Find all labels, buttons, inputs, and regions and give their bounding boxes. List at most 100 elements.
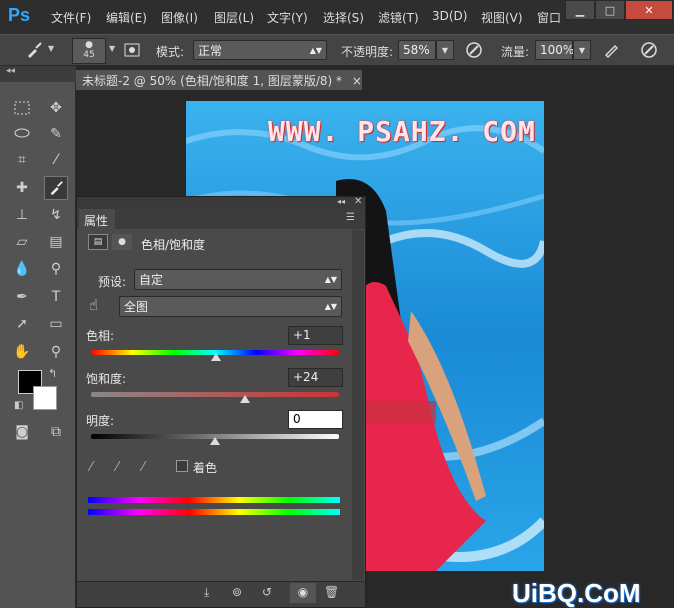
- shape-tool-icon[interactable]: ▭: [44, 312, 68, 336]
- mode-chevron-icon: ▲▼: [309, 45, 322, 55]
- menu-3d[interactable]: 3D(D): [432, 9, 467, 23]
- saturation-slider-track[interactable]: [91, 392, 339, 397]
- lasso-tool-icon[interactable]: [10, 122, 34, 146]
- swap-colors-icon[interactable]: ↰: [48, 367, 57, 380]
- opacity-label: 不透明度:: [341, 45, 394, 59]
- window-controls: ▁ □ ✕: [565, 0, 673, 20]
- tool-preset-chevron-icon[interactable]: ▼: [48, 44, 54, 53]
- properties-panel: [76, 196, 366, 608]
- default-colors-icon[interactable]: ◧: [14, 400, 23, 411]
- layer-mask-icon[interactable]: ●: [112, 234, 132, 250]
- background-color-swatch[interactable]: [33, 386, 57, 410]
- mode-select[interactable]: 正常 ▲▼: [193, 40, 327, 60]
- menu-file[interactable]: 文件(F): [51, 9, 91, 26]
- adjustment-layer-icon[interactable]: ▤: [88, 234, 108, 250]
- brush-panel-icon[interactable]: [120, 38, 144, 62]
- close-button[interactable]: ✕: [625, 0, 673, 20]
- preset-value: 自定: [139, 273, 164, 287]
- output-color-bar: [88, 509, 340, 515]
- view-previous-icon[interactable]: ⊚: [232, 585, 242, 599]
- brush-size-value: 45: [83, 50, 95, 60]
- menu-filter[interactable]: 滤镜(T): [378, 9, 419, 26]
- flow-dropdown-button[interactable]: ▼: [573, 40, 591, 60]
- document-tab[interactable]: 未标题-2 @ 50% (色相/饱和度 1, 图层蒙版/8) * ×: [76, 70, 362, 90]
- pen-tool-icon[interactable]: ✒: [10, 285, 34, 309]
- saturation-label: 饱和度:: [86, 372, 127, 386]
- eyedropper-add-icon[interactable]: ⁄: [116, 460, 118, 475]
- menu-type[interactable]: 文字(Y): [267, 9, 308, 26]
- blur-tool-icon[interactable]: 💧: [10, 257, 34, 281]
- document-tab-close-icon[interactable]: ×: [352, 74, 362, 88]
- screen-mode-icon[interactable]: ⧉: [44, 420, 68, 444]
- gradient-tool-icon[interactable]: ▤: [44, 230, 68, 254]
- menu-image[interactable]: 图像(I): [161, 9, 198, 26]
- lightness-slider-thumb[interactable]: [210, 437, 220, 445]
- opacity-input[interactable]: 58%: [398, 40, 436, 60]
- path-select-icon[interactable]: ➚: [10, 312, 34, 336]
- marquee-tool-icon[interactable]: [10, 96, 34, 120]
- type-tool-icon[interactable]: T: [44, 285, 68, 309]
- crop-tool-icon[interactable]: ⌗: [10, 148, 34, 172]
- lightness-input[interactable]: 0: [288, 410, 343, 429]
- hue-label: 色相:: [86, 329, 115, 343]
- eyedropper-tool-icon[interactable]: ⁄: [44, 148, 68, 172]
- visibility-eye-icon[interactable]: ◉: [290, 583, 316, 603]
- minimize-button[interactable]: ▁: [565, 0, 595, 20]
- preset-chevron-icon: ▲▼: [324, 275, 337, 284]
- dodge-tool-icon[interactable]: ⚲: [44, 257, 68, 281]
- eyedropper-subtract-icon[interactable]: ⁄: [142, 460, 144, 475]
- panel-menu-icon[interactable]: ☰: [346, 212, 355, 223]
- mode-label: 模式:: [156, 45, 185, 59]
- brush-tool-icon[interactable]: [22, 38, 46, 62]
- tab-properties-label: 属性: [84, 214, 109, 228]
- menu-view[interactable]: 视图(V): [481, 9, 523, 26]
- properties-panel-header: [77, 197, 365, 209]
- channel-value: 全图: [124, 300, 149, 314]
- hue-slider-thumb[interactable]: [210, 353, 221, 361]
- channel-select[interactable]: 全图 ▲▼: [119, 296, 342, 317]
- colorize-checkbox[interactable]: [176, 460, 188, 472]
- panel-collapse-icon[interactable]: ◂◂: [337, 197, 345, 206]
- history-brush-icon[interactable]: ↯: [44, 203, 68, 227]
- reset-icon[interactable]: ↺: [262, 585, 272, 599]
- brush-dot-icon: ●: [85, 40, 93, 50]
- clip-to-layer-icon[interactable]: ⤓: [204, 585, 209, 600]
- tab-properties[interactable]: 属性: [79, 209, 115, 229]
- menu-select[interactable]: 选择(S): [323, 9, 364, 26]
- zoom-tool-icon[interactable]: ⚲: [44, 340, 68, 364]
- hand-tool-icon[interactable]: ✋: [10, 340, 34, 364]
- brush-size-chevron-icon[interactable]: ▼: [109, 44, 115, 53]
- healing-brush-icon[interactable]: ✚: [10, 176, 34, 200]
- airbrush-icon[interactable]: [600, 38, 624, 62]
- flow-input[interactable]: 100%: [535, 40, 575, 60]
- menu-layer[interactable]: 图层(L): [214, 9, 254, 26]
- mode-value: 正常: [198, 43, 223, 58]
- brush-tool-active-icon[interactable]: [44, 176, 68, 200]
- pressure-opacity-icon[interactable]: [462, 38, 486, 62]
- move-tool-icon[interactable]: ✥: [44, 96, 68, 120]
- menu-window[interactable]: 窗口: [537, 9, 561, 26]
- tools-panel-collapse-icon[interactable]: ◂◂: [0, 66, 76, 82]
- delete-icon[interactable]: 🗑: [324, 585, 339, 599]
- brush-size-picker[interactable]: ● 45: [72, 38, 106, 64]
- panel-close-icon[interactable]: ✕: [354, 196, 362, 207]
- quick-select-icon[interactable]: ✎: [44, 122, 68, 146]
- eraser-tool-icon[interactable]: ▱: [10, 230, 34, 254]
- targeted-adjustment-hand-icon[interactable]: ☝: [89, 296, 98, 314]
- saturation-input[interactable]: +24: [288, 368, 343, 387]
- panel-scrollbar[interactable]: [352, 230, 364, 580]
- flow-value: 100%: [540, 43, 575, 57]
- clone-stamp-icon[interactable]: ⊥: [10, 203, 34, 227]
- opacity-dropdown-button[interactable]: ▼: [436, 40, 454, 60]
- quick-mask-icon[interactable]: ◙: [10, 420, 34, 444]
- panel-title: 色相/饱和度: [141, 238, 206, 252]
- pressure-size-icon[interactable]: [637, 38, 661, 62]
- input-color-bar: [88, 497, 340, 503]
- hue-input[interactable]: +1: [288, 326, 343, 345]
- saturation-slider-thumb[interactable]: [239, 395, 250, 403]
- eyedropper-sample-icon[interactable]: ⁄: [90, 460, 92, 475]
- restore-button[interactable]: □: [595, 0, 625, 20]
- menu-edit[interactable]: 编辑(E): [106, 9, 147, 26]
- preset-select[interactable]: 自定 ▲▼: [134, 269, 342, 290]
- flow-label: 流量:: [501, 45, 530, 59]
